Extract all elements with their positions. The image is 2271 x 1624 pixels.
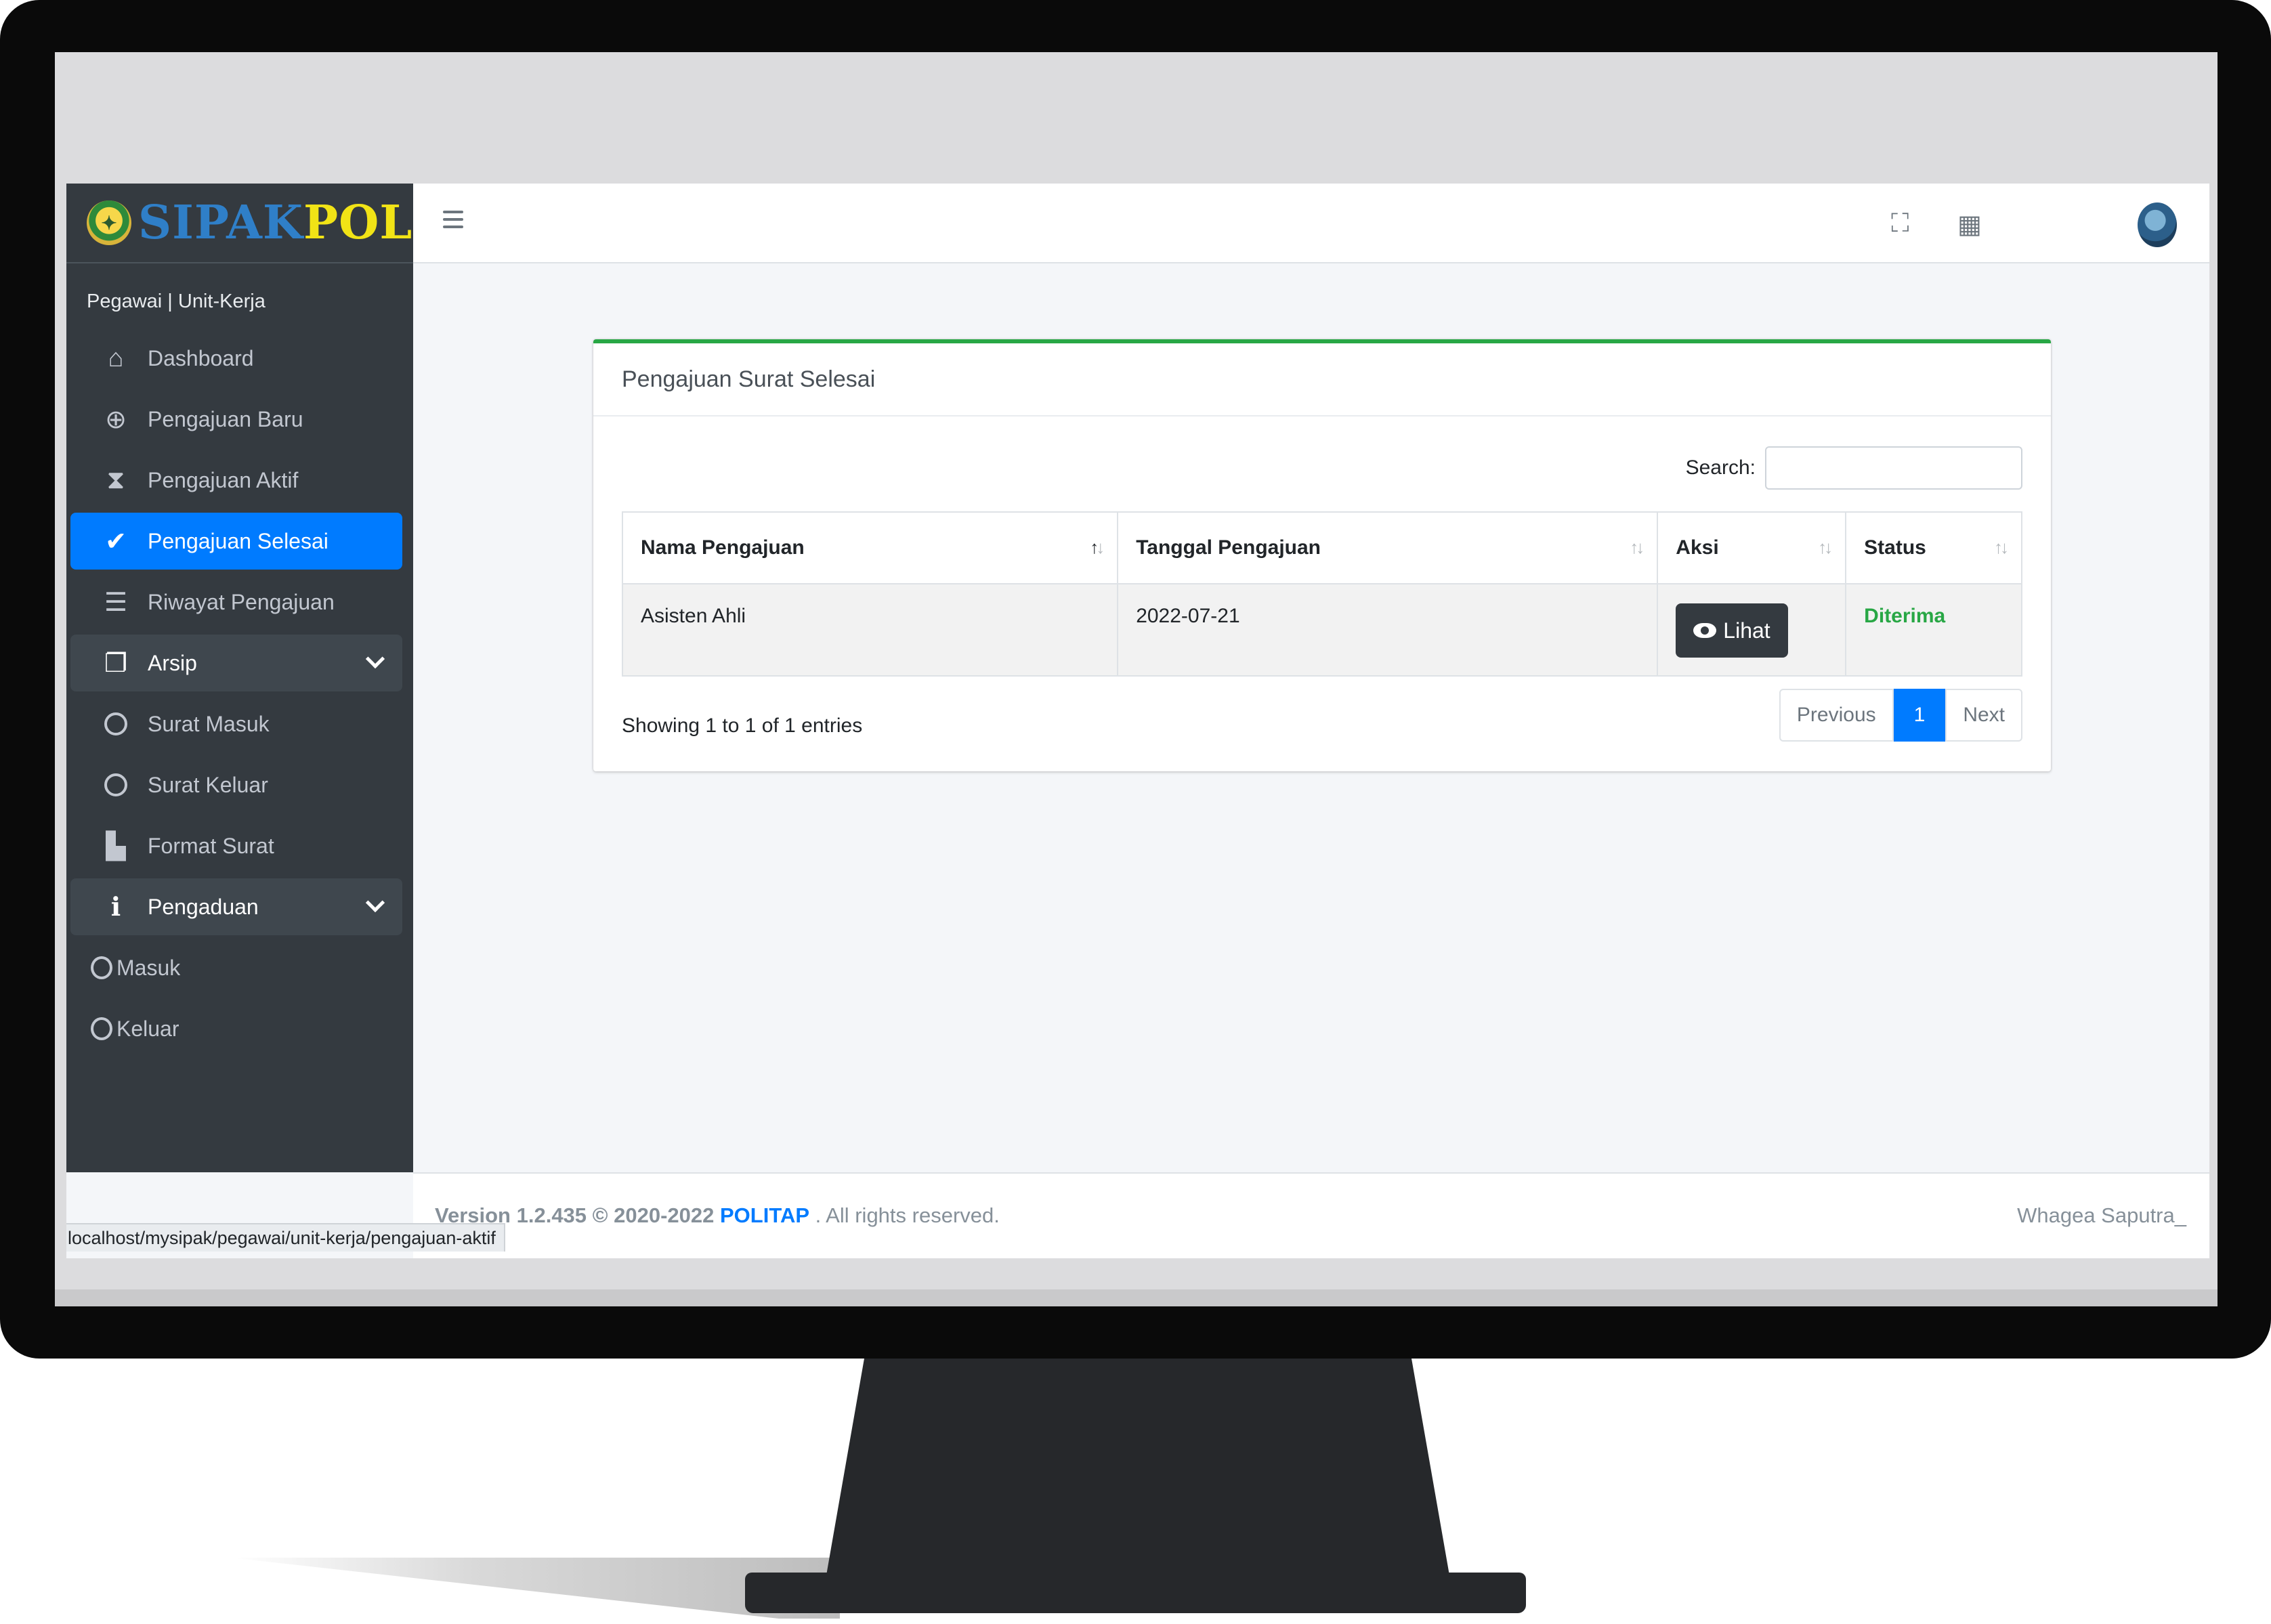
card-title: Pengajuan Surat Selesai: [593, 343, 2051, 416]
column-header-label: Tanggal Pengajuan: [1136, 536, 1321, 559]
monitor-stand-base: [745, 1573, 1526, 1613]
file-icon: ▙: [106, 832, 126, 861]
circle-icon: [99, 773, 133, 796]
pengajuan-selesai-card: Pengajuan Surat Selesai Search: Nama Pen…: [593, 339, 2051, 771]
sort-icon: ↑↓: [1818, 537, 1833, 557]
circle-icon: [91, 956, 112, 979]
column-header-nama[interactable]: Nama Pengajuan ↑↓: [621, 511, 1119, 584]
column-header-label: Status: [1864, 536, 1926, 559]
sidebar-item-surat-masuk[interactable]: Surat Masuk: [70, 696, 402, 752]
screen-bottom-strip: [55, 1289, 2217, 1306]
sidebar-item-label: Masuk: [116, 955, 181, 980]
copy-icon: ❐: [104, 649, 128, 678]
sidebar-item-keluar[interactable]: Keluar: [70, 1000, 402, 1057]
brand-link[interactable]: ✦ SIPAKPOL: [66, 184, 413, 263]
sidebar-group-pengaduan[interactable]: ℹ Pengaduan: [70, 878, 402, 935]
sidebar-item-label: Arsip: [148, 650, 197, 675]
sidebar-item-label: Pengajuan Selesai: [148, 528, 328, 553]
footer-politap-link[interactable]: POLITAP: [720, 1203, 809, 1227]
sidebar-item-label: Pengaduan: [148, 894, 259, 919]
monitor-stand-neck: [826, 1359, 1449, 1575]
sidebar-item-dashboard[interactable]: ⌂ Dashboard: [70, 330, 402, 387]
search-label: Search:: [1685, 456, 1756, 479]
search-row: Search:: [1686, 446, 2022, 490]
pagination-previous[interactable]: Previous: [1779, 689, 1894, 742]
footer-author: Whagea Saputra_: [2017, 1203, 2186, 1227]
footer-rights: . All rights reserved.: [815, 1203, 1000, 1227]
check-icon: ✔: [105, 527, 127, 556]
sidebar: ✦ SIPAKPOL Pegawai | Unit-Kerja ⌂ Dashbo…: [66, 184, 413, 1172]
column-header-label: Nama Pengajuan: [641, 536, 805, 559]
sidebar-item-masuk[interactable]: Masuk: [70, 939, 402, 996]
sidebar-item-pengajuan-aktif[interactable]: ⧗ Pengajuan Aktif: [70, 452, 402, 509]
footer: Version 1.2.435 © 2020-2022 POLITAP . Al…: [413, 1172, 2209, 1258]
topbar: ⛶ ▦: [413, 184, 2209, 263]
circle-icon: [91, 1017, 112, 1040]
column-header-tanggal[interactable]: Tanggal Pengajuan ↑↓: [1117, 511, 1659, 584]
emblem-logo: ✦: [87, 200, 131, 245]
cell-aksi: Lihat: [1657, 583, 1847, 677]
sidebar-item-label: Keluar: [116, 1016, 179, 1041]
sort-icon: ↑↓: [1994, 537, 2009, 557]
sidebar-item-label: Pengajuan Baru: [148, 406, 303, 431]
sidebar-item-format-surat[interactable]: ▙ Format Surat: [70, 817, 402, 874]
list-icon: ☰: [104, 588, 128, 617]
fullscreen-icon[interactable]: ⛶: [1891, 209, 1909, 238]
pagination-page-1[interactable]: 1: [1893, 689, 1946, 742]
chevron-down-icon: [365, 893, 385, 913]
sidebar-item-pengajuan-baru[interactable]: ⊕ Pengajuan Baru: [70, 391, 402, 448]
pagination: Previous 1 Next: [1779, 689, 2022, 742]
apps-grid-icon[interactable]: ▦: [1957, 209, 1982, 240]
sidebar-item-label: Pengajuan Aktif: [148, 467, 299, 492]
data-table: Nama Pengajuan ↑↓ Tanggal Pengajuan ↑↓ A…: [621, 511, 2022, 677]
table-header-row: Nama Pengajuan ↑↓ Tanggal Pengajuan ↑↓ A…: [621, 511, 2022, 584]
cell-status: Diterima: [1845, 583, 2022, 677]
footer-copyright: Version 1.2.435 © 2020-2022 POLITAP . Al…: [435, 1203, 1000, 1228]
plus-circle-icon: ⊕: [105, 405, 127, 434]
table-row: Asisten Ahli 2022-07-21 Lihat Diterima: [621, 583, 2022, 677]
home-icon: ⌂: [108, 343, 124, 372]
brand-title-part2: POL: [303, 196, 413, 250]
sort-icon: ↑↓: [1630, 537, 1644, 557]
column-header-label: Aksi: [1676, 536, 1719, 559]
search-input[interactable]: [1765, 446, 2022, 490]
pagination-next[interactable]: Next: [1945, 689, 2022, 742]
brand-title: SIPAKPOL: [138, 196, 412, 250]
browser-status-url: localhost/mysipak/pegawai/unit-kerja/pen…: [66, 1223, 505, 1252]
status-badge: Diterima: [1864, 605, 1946, 627]
sidebar-item-label: Riwayat Pengajuan: [148, 589, 335, 614]
cell-nama: Asisten Ahli: [621, 583, 1119, 677]
circle-icon: [99, 712, 133, 735]
view-button-label: Lihat: [1723, 618, 1770, 643]
cell-tanggal: 2022-07-21: [1117, 583, 1659, 677]
sidebar-item-pengajuan-selesai[interactable]: ✔ Pengajuan Selesai: [70, 513, 402, 570]
sidebar-item-riwayat-pengajuan[interactable]: ☰ Riwayat Pengajuan: [70, 574, 402, 631]
sort-asc-icon: ↑↓: [1090, 537, 1105, 557]
chevron-down-icon: [365, 649, 385, 669]
sidebar-item-surat-keluar[interactable]: Surat Keluar: [70, 756, 402, 813]
table-info: Showing 1 to 1 of 1 entries: [622, 714, 863, 737]
column-header-aksi[interactable]: Aksi ↑↓: [1657, 511, 1847, 584]
column-header-status[interactable]: Status ↑↓: [1845, 511, 2022, 584]
user-panel-role: Pegawai | Unit-Kerja: [87, 291, 266, 312]
monitor-screen: ✦ SIPAKPOL Pegawai | Unit-Kerja ⌂ Dashbo…: [55, 52, 2217, 1306]
view-button[interactable]: Lihat: [1676, 603, 1788, 658]
sidebar-group-arsip[interactable]: ❐ Arsip: [70, 635, 402, 691]
monitor-bezel: ✦ SIPAKPOL Pegawai | Unit-Kerja ⌂ Dashbo…: [0, 0, 2271, 1359]
brand-title-part1: SIPAK: [138, 196, 303, 250]
sidebar-item-label: Dashboard: [148, 345, 254, 370]
monitor-scene: ✦ SIPAKPOL Pegawai | Unit-Kerja ⌂ Dashbo…: [0, 0, 2271, 1624]
sidebar-item-label: Surat Keluar: [148, 772, 268, 797]
user-avatar[interactable]: [2138, 202, 2177, 247]
info-icon: ℹ: [110, 893, 121, 922]
sidebar-item-label: Surat Masuk: [148, 711, 270, 736]
sidebar-nav: ⌂ Dashboard ⊕ Pengajuan Baru ⧗ Pengajuan…: [66, 330, 413, 1057]
hourglass-icon: ⧗: [106, 465, 125, 494]
menu-icon[interactable]: [443, 211, 463, 228]
eye-icon: [1693, 623, 1717, 638]
sidebar-item-label: Format Surat: [148, 833, 274, 858]
app-window: ✦ SIPAKPOL Pegawai | Unit-Kerja ⌂ Dashbo…: [66, 184, 2209, 1258]
